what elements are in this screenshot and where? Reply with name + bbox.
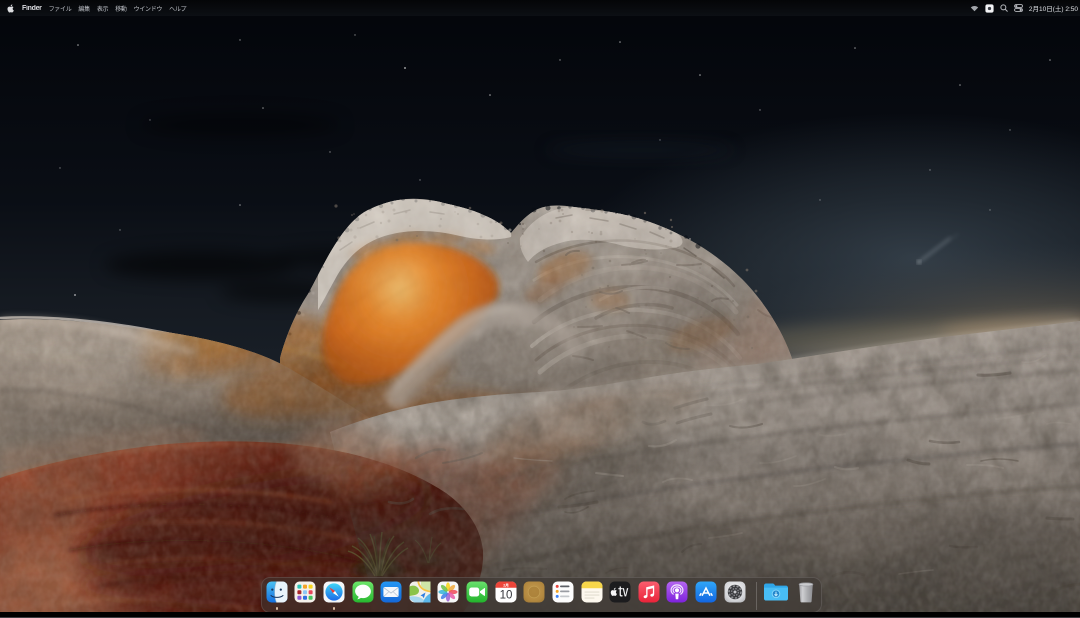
svg-text:2月: 2月 xyxy=(503,582,509,587)
svg-text:10: 10 xyxy=(499,590,512,602)
